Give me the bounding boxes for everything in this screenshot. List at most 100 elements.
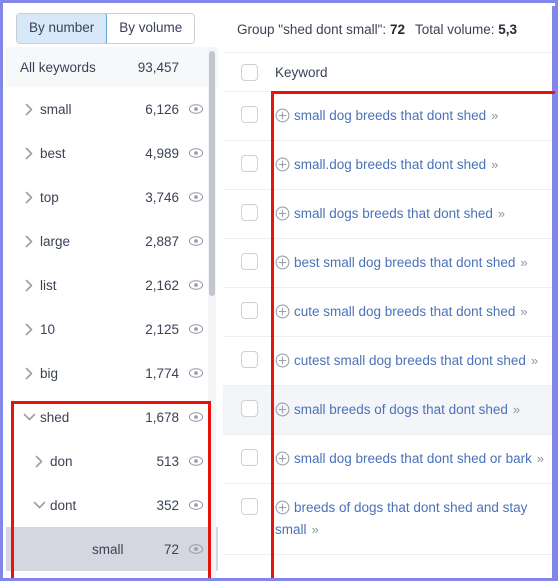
chevron-right-icon[interactable] (18, 279, 40, 292)
eye-icon[interactable] (188, 365, 204, 381)
tree-item-count: 3,746 (145, 189, 179, 205)
keyword-row[interactable]: small dog breeds that dont shed » (223, 92, 555, 141)
tree-item-label: list (40, 277, 57, 293)
chevron-down-icon[interactable] (18, 413, 40, 422)
sort-segmented-control[interactable]: By number By volume (16, 13, 196, 44)
keyword-row-checkbox[interactable] (241, 449, 258, 466)
eye-icon[interactable] (188, 189, 204, 205)
add-keyword-icon[interactable] (275, 451, 290, 466)
keyword-row[interactable]: small dog breeds that dont shed or bark » (223, 435, 555, 484)
tree-row-big[interactable]: big 1,774 (6, 351, 218, 395)
eye-icon[interactable] (188, 409, 204, 425)
keyword-row-body: small dogs breeds that dont shed » (275, 203, 555, 225)
expand-keyword-icon[interactable]: » (498, 203, 505, 225)
tree-item-label: don (50, 453, 73, 469)
expand-keyword-icon[interactable]: » (513, 399, 520, 421)
add-keyword-icon[interactable] (275, 206, 290, 221)
keyword-row-body: cute small dog breeds that dont shed » (275, 301, 555, 323)
tree-item-count: 6,126 (145, 101, 179, 117)
keyword-row[interactable]: cutest small dog breeds that dont shed » (223, 337, 555, 386)
chevron-right-icon[interactable] (18, 367, 40, 380)
tree-row-don[interactable]: don 513 (6, 439, 218, 483)
keyword-text[interactable]: cutest small dog breeds that dont shed (294, 353, 526, 368)
keyword-text[interactable]: small dog breeds that dont shed (294, 108, 486, 123)
eye-icon[interactable] (188, 453, 204, 469)
keyword-row-checkbox[interactable] (241, 498, 258, 515)
group-summary-header: Group "shed dont small": 72 Total volume… (223, 6, 555, 52)
eye-icon[interactable] (188, 101, 204, 117)
chevron-right-icon[interactable] (28, 455, 50, 468)
keyword-row-checkbox[interactable] (241, 204, 258, 221)
keyword-text[interactable]: best small dog breeds that dont shed (294, 255, 515, 270)
expand-keyword-icon[interactable]: » (531, 350, 538, 372)
tree-row-list[interactable]: list 2,162 (6, 263, 218, 307)
keyword-list: small dog breeds that dont shed» small.do… (223, 92, 555, 555)
tree-row-large[interactable]: large 2,887 (6, 219, 218, 263)
add-keyword-icon[interactable] (275, 304, 290, 319)
expand-keyword-icon[interactable]: » (491, 154, 498, 176)
keyword-row[interactable]: small dogs breeds that dont shed » (223, 190, 555, 239)
tree-item-count: 2,162 (145, 277, 179, 293)
keyword-row[interactable]: small breeds of dogs that dont shed » (223, 386, 555, 435)
keyword-row-checkbox[interactable] (241, 106, 258, 123)
keyword-row-checkbox[interactable] (241, 155, 258, 172)
keyword-row[interactable]: best small dog breeds that dont shed » (223, 239, 555, 288)
group-name-label: Group "shed dont small": (237, 21, 387, 37)
expand-keyword-icon[interactable]: » (491, 105, 498, 127)
expand-keyword-icon[interactable]: » (520, 252, 527, 274)
keyword-row[interactable]: cute small dog breeds that dont shed » (223, 288, 555, 337)
keyword-row-checkbox[interactable] (241, 351, 258, 368)
tree-row-top[interactable]: top 3,746 (6, 175, 218, 219)
eye-icon[interactable] (188, 145, 204, 161)
chevron-right-icon[interactable] (18, 191, 40, 204)
keyword-row[interactable]: breeds of dogs that dont shed and stay s… (223, 484, 555, 555)
tree-item-label: shed (40, 409, 70, 425)
tree-row-dont[interactable]: dont 352 (6, 483, 218, 527)
add-keyword-icon[interactable] (275, 108, 290, 123)
eye-icon[interactable] (188, 277, 204, 293)
tree-item-count: 352 (156, 497, 179, 513)
tree-item-label: large (40, 233, 71, 249)
select-all-checkbox[interactable] (241, 63, 258, 81)
expand-keyword-icon[interactable]: » (520, 301, 527, 323)
eye-icon[interactable] (188, 233, 204, 249)
eye-icon[interactable] (188, 321, 204, 337)
tree-row-all-keywords[interactable]: All keywords 93,457 (6, 47, 218, 87)
keyword-text[interactable]: small dogs breeds that dont shed (294, 206, 493, 221)
eye-icon[interactable] (188, 541, 204, 557)
sort-tab-by-number[interactable]: By number (17, 14, 108, 43)
keyword-row-body: small.dog breeds that dont shed » (275, 154, 555, 176)
chevron-right-icon[interactable] (18, 147, 40, 160)
tree-row-10[interactable]: 10 2,125 (6, 307, 218, 351)
keyword-row[interactable]: small.dog breeds that dont shed » (223, 141, 555, 190)
tree-row-best[interactable]: best 4,989 (6, 131, 218, 175)
total-volume-label: Total volume: (414, 21, 495, 37)
add-keyword-icon[interactable] (275, 402, 290, 417)
expand-keyword-icon[interactable]: » (312, 519, 319, 541)
left-panel-scrollbar-thumb[interactable] (209, 51, 215, 296)
add-keyword-icon[interactable] (275, 255, 290, 270)
keyword-text[interactable]: cute small dog breeds that dont shed (294, 304, 515, 319)
add-keyword-icon[interactable] (275, 353, 290, 368)
keyword-row-checkbox[interactable] (241, 302, 258, 319)
sort-tab-by-volume[interactable]: By volume (107, 14, 195, 43)
chevron-right-icon[interactable] (18, 235, 40, 248)
tree-row-small[interactable]: small 6,126 (6, 87, 218, 131)
keyword-text[interactable]: small dog breeds that dont shed or bark (294, 451, 532, 466)
add-keyword-icon[interactable] (275, 500, 290, 515)
keyword-tree[interactable]: All keywords 93,457 small 6,126 best 4,989 t… (6, 47, 218, 578)
keyword-text[interactable]: small.dog breeds that dont shed (294, 157, 486, 172)
left-panel-scrollbar[interactable] (208, 47, 216, 578)
add-keyword-icon[interactable] (275, 157, 290, 172)
chevron-right-icon[interactable] (18, 103, 40, 116)
keyword-row-checkbox[interactable] (241, 400, 258, 417)
expand-keyword-icon[interactable]: » (537, 448, 544, 470)
chevron-right-icon[interactable] (18, 323, 40, 336)
keyword-text[interactable]: small breeds of dogs that dont shed (294, 402, 508, 417)
tree-row-shed[interactable]: shed 1,678 (6, 395, 218, 439)
keyword-row-checkbox[interactable] (241, 253, 258, 270)
tree-row-small[interactable]: small 72 (6, 527, 218, 571)
keyword-row-body: small dog breeds that dont shed » (275, 105, 555, 127)
chevron-down-icon[interactable] (28, 501, 50, 510)
eye-icon[interactable] (188, 497, 204, 513)
